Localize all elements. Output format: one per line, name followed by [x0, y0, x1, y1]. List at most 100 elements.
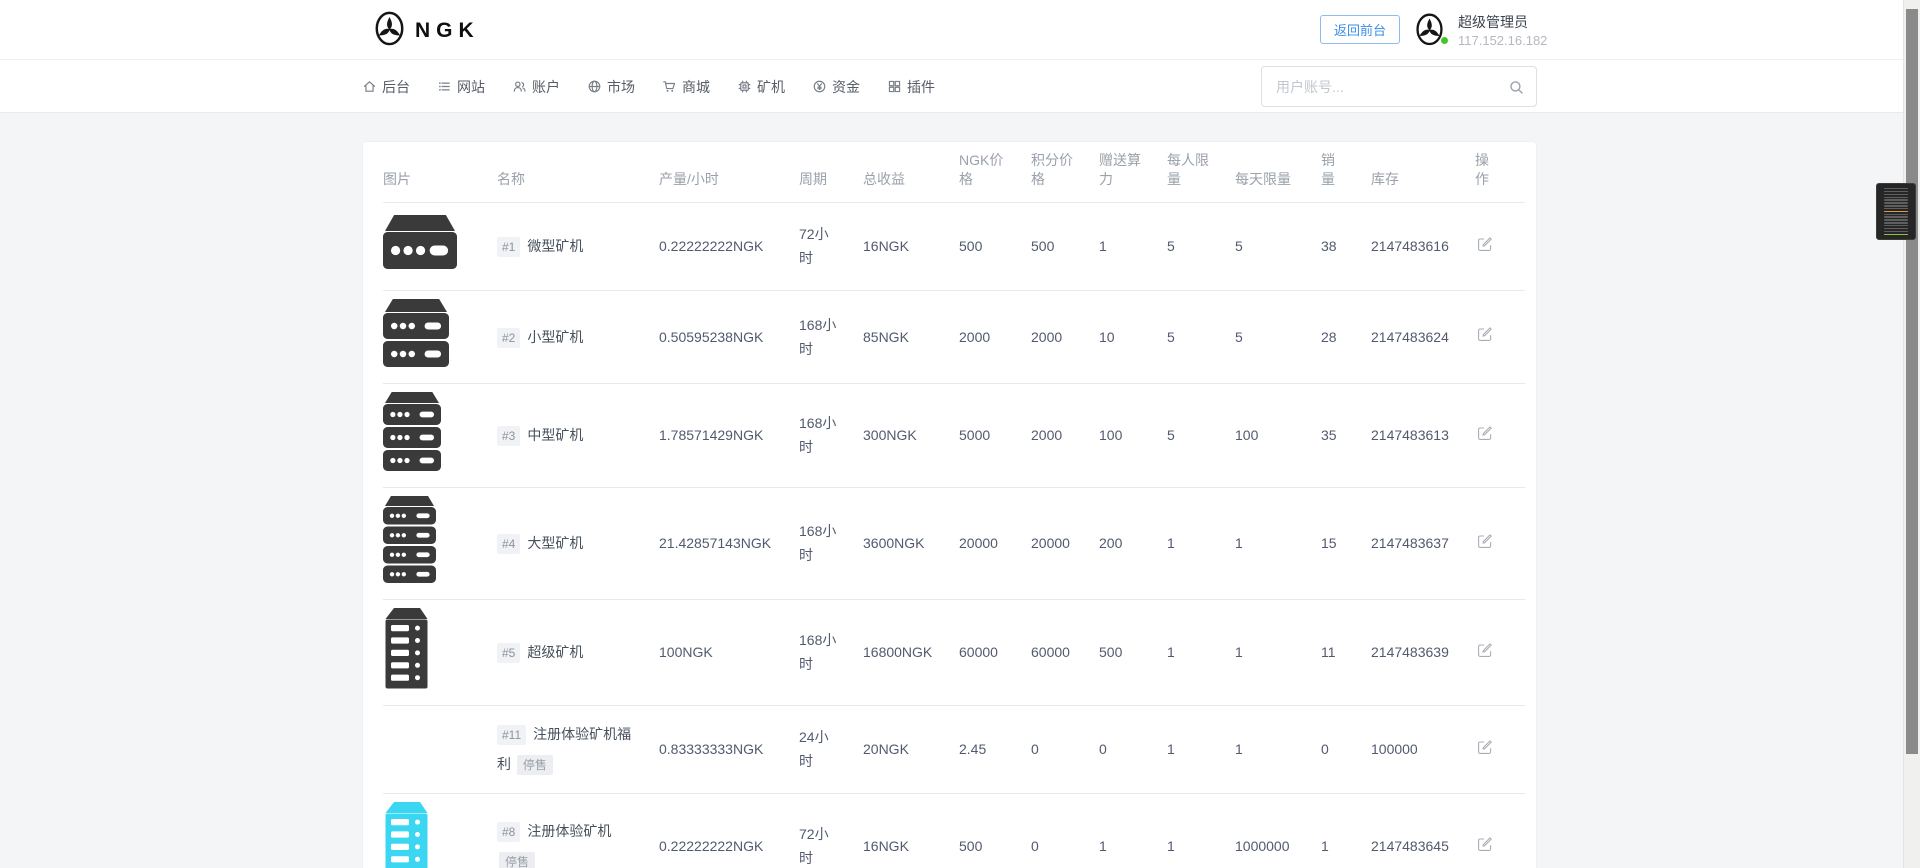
ngk-price-cell: 60000	[959, 599, 1031, 705]
nav-item-6[interactable]: 矿机	[737, 77, 785, 97]
period-cell: 168小时	[799, 487, 863, 599]
edit-button[interactable]	[1475, 324, 1495, 347]
ngk-price-cell: 500	[959, 793, 1031, 868]
gift-power-cell: 0	[1099, 705, 1167, 793]
home-icon	[362, 79, 377, 94]
cpu-icon	[737, 79, 752, 94]
online-status-dot	[1440, 36, 1449, 45]
point-price-cell: 20000	[1031, 487, 1099, 599]
column-header-7: 积分价格	[1031, 146, 1099, 202]
output-cell: 1.78571429NGK	[659, 383, 799, 487]
total-income-cell: 300NGK	[863, 383, 959, 487]
total-income-cell: 3600NGK	[863, 487, 959, 599]
nav-item-4[interactable]: 市场	[587, 77, 635, 97]
period-cell: 72小时	[799, 793, 863, 868]
per-person-limit-cell: 1	[1167, 705, 1235, 793]
point-price-cell: 2000	[1031, 383, 1099, 487]
ngk-price-cell: 20000	[959, 487, 1031, 599]
sales-cell: 0	[1321, 705, 1371, 793]
machine-name: 注册体验矿机	[527, 823, 611, 839]
per-person-limit-cell: 5	[1167, 383, 1235, 487]
edit-button[interactable]	[1475, 423, 1495, 446]
machine-image	[383, 608, 430, 697]
period-cell: 168小时	[799, 290, 863, 383]
ngk-logo-icon	[373, 10, 406, 52]
user-name: 超级管理员	[1458, 12, 1547, 29]
column-header-8: 赠送算力	[1099, 146, 1167, 202]
stock-cell: 100000	[1371, 705, 1475, 793]
nav-item-3[interactable]: 账户	[512, 77, 560, 97]
machine-id-badge: #4	[497, 534, 520, 554]
per-day-limit-cell: 1	[1235, 705, 1321, 793]
brand-logo-text: NGK	[415, 19, 480, 43]
operation-cell	[1475, 202, 1525, 290]
column-header-6: NGK价格	[959, 146, 1031, 202]
column-header-11: 销量	[1321, 146, 1371, 202]
avatar[interactable]	[1414, 12, 1448, 46]
machine-image-cell	[383, 487, 497, 599]
column-header-10: 每天限量	[1235, 146, 1321, 202]
total-income-cell: 20NGK	[863, 705, 959, 793]
machine-name-cell: #11注册体验矿机福利 停售	[497, 705, 659, 793]
sales-cell: 35	[1321, 383, 1371, 487]
machine-name-cell: #3中型矿机	[497, 383, 659, 487]
machine-id-badge: #2	[497, 328, 520, 348]
stock-cell: 2147483624	[1371, 290, 1475, 383]
period-cell: 24小时	[799, 705, 863, 793]
scrollbar-thumb[interactable]	[1906, 9, 1918, 754]
table-row: #11注册体验矿机福利 停售 0.83333333NGK 24小时 20NGK …	[383, 705, 1525, 793]
nav-item-7[interactable]: 资金	[812, 77, 860, 97]
ngk-price-cell: 2000	[959, 290, 1031, 383]
user-block[interactable]: 超级管理员 117.152.16.182	[1414, 12, 1547, 47]
globe-icon	[587, 79, 602, 94]
nav-item-1[interactable]: 后台	[362, 77, 410, 97]
table-row: #2小型矿机 0.50595238NGK 168小时 85NGK 2000 20…	[383, 290, 1525, 383]
ngk-price-cell: 2.45	[959, 705, 1031, 793]
machine-id-badge: #1	[497, 237, 520, 257]
period-cell: 72小时	[799, 202, 863, 290]
table-row: #1微型矿机 0.22222222NGK 72小时 16NGK 500 500 …	[383, 202, 1525, 290]
edit-button[interactable]	[1475, 737, 1495, 760]
edit-button[interactable]	[1475, 640, 1495, 663]
per-day-limit-cell: 5	[1235, 290, 1321, 383]
nav-item-5[interactable]: 商城	[662, 77, 710, 97]
search-input[interactable]	[1262, 67, 1536, 106]
machine-name-cell: #2小型矿机	[497, 290, 659, 383]
gift-power-cell: 100	[1099, 383, 1167, 487]
column-header-12: 库存	[1371, 146, 1475, 202]
table-row: #8注册体验矿机 停售 0.22222222NGK 72小时 16NGK 500…	[383, 793, 1525, 868]
machine-image	[383, 299, 449, 375]
edit-button[interactable]	[1475, 531, 1495, 554]
stock-cell: 2147483639	[1371, 599, 1475, 705]
sales-cell: 1	[1321, 793, 1371, 868]
nav-item-2[interactable]: 网站	[437, 77, 485, 97]
machine-image-cell	[383, 705, 497, 793]
per-day-limit-cell: 1	[1235, 599, 1321, 705]
per-person-limit-cell: 1	[1167, 487, 1235, 599]
per-day-limit-cell: 100	[1235, 383, 1321, 487]
table-row: #5超级矿机 100NGK 168小时 16800NGK 60000 60000…	[383, 599, 1525, 705]
per-day-limit-cell: 5	[1235, 202, 1321, 290]
total-income-cell: 16800NGK	[863, 599, 959, 705]
operation-cell	[1475, 383, 1525, 487]
machine-image	[383, 215, 457, 277]
search-icon[interactable]	[1508, 79, 1525, 101]
operation-cell	[1475, 793, 1525, 868]
stop-sale-badge: 停售	[499, 852, 535, 868]
machine-image-cell	[383, 793, 497, 868]
output-cell: 0.83333333NGK	[659, 705, 799, 793]
machine-image-cell	[383, 290, 497, 383]
stock-cell: 2147483637	[1371, 487, 1475, 599]
gift-power-cell: 1	[1099, 202, 1167, 290]
sales-cell: 11	[1321, 599, 1371, 705]
edit-button[interactable]	[1475, 234, 1495, 257]
back-to-front-button[interactable]: 返回前台	[1320, 15, 1400, 44]
nav-item-8[interactable]: 插件	[887, 77, 935, 97]
per-day-limit-cell: 1000000	[1235, 793, 1321, 868]
gift-power-cell: 200	[1099, 487, 1167, 599]
stop-sale-badge: 停售	[517, 755, 553, 775]
total-income-cell: 16NGK	[863, 793, 959, 868]
edit-button[interactable]	[1475, 834, 1495, 857]
table-row: #4大型矿机 21.42857143NGK 168小时 3600NGK 2000…	[383, 487, 1525, 599]
machine-image	[383, 802, 430, 868]
